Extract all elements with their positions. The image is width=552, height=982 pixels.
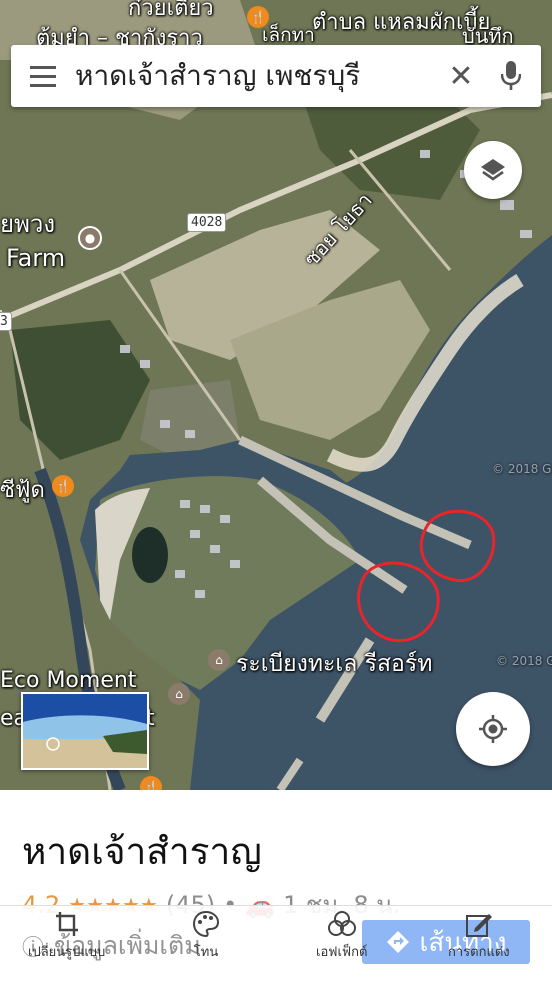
- bottom-toolbar: ⓘ ข้อมูลเพิ่มเติม เส้นทาง เปลี่ยนรูปแบบ …: [0, 905, 552, 982]
- tool-label: เปลี่ยนรูปแบบ: [28, 945, 106, 960]
- map-label-farm: Farm: [6, 244, 66, 272]
- tool-label: เอฟเฟ็กต์: [316, 945, 368, 960]
- map-view[interactable]: ก๋วยเตี๋ยว ต้มยำ – ชากังราว 🍴 เล็กทา ตำบ…: [0, 0, 552, 790]
- hotel-pin-icon[interactable]: ⌂: [208, 649, 230, 671]
- map-copyright: © 2018 Go: [496, 654, 552, 668]
- map-copyright: © 2018 G: [492, 462, 552, 476]
- tool-label: โทน: [193, 945, 219, 960]
- place-pin-icon[interactable]: ●: [78, 226, 102, 250]
- road-number-shield-side: 3: [0, 312, 12, 331]
- directions-icon: [386, 931, 409, 953]
- hamburger-menu-icon[interactable]: [11, 45, 75, 107]
- tool-effects[interactable]: เอฟเฟ็กต์: [316, 910, 367, 962]
- place-photo-thumbnail[interactable]: [21, 692, 149, 770]
- road-number-shield: 4028: [187, 213, 227, 232]
- hotel-pin-icon[interactable]: ⌂: [168, 683, 190, 705]
- search-bar[interactable]: หาดเจ้าสำราญ เพชรบุรี ✕: [11, 45, 541, 107]
- my-location-icon: [479, 715, 507, 743]
- tool-label: การตกแต่ง: [448, 945, 510, 960]
- tool-transform[interactable]: เปลี่ยนรูปแบบ: [28, 910, 105, 962]
- place-title: หาดเจ้าสำราญ: [22, 830, 262, 873]
- tool-tone[interactable]: โทน: [192, 910, 220, 962]
- tool-decorate[interactable]: การตกแต่ง: [448, 910, 510, 962]
- effects-icon: [327, 911, 356, 936]
- beach-photo-image: [23, 694, 147, 768]
- palette-icon: [192, 910, 220, 938]
- search-input[interactable]: หาดเจ้าสำราญ เพชรบุรี: [75, 54, 441, 98]
- edit-icon: [465, 914, 492, 937]
- map-label-eco-moment: Eco Moment: [0, 668, 137, 693]
- map-label-seafood: ซีฟู้ด: [0, 478, 45, 503]
- my-location-button[interactable]: [456, 692, 530, 766]
- clear-search-icon[interactable]: ✕: [441, 45, 481, 107]
- layers-icon: [481, 159, 505, 181]
- map-label-farm-name: ยพวง: [0, 210, 56, 238]
- layers-button[interactable]: [464, 141, 522, 199]
- crop-rotate-icon: [55, 912, 78, 936]
- map-label-resort: ระเบียงทะเล รีสอร์ท: [236, 651, 433, 677]
- restaurant-pin-icon[interactable]: 🍴: [52, 475, 74, 497]
- microphone-icon[interactable]: [481, 45, 541, 107]
